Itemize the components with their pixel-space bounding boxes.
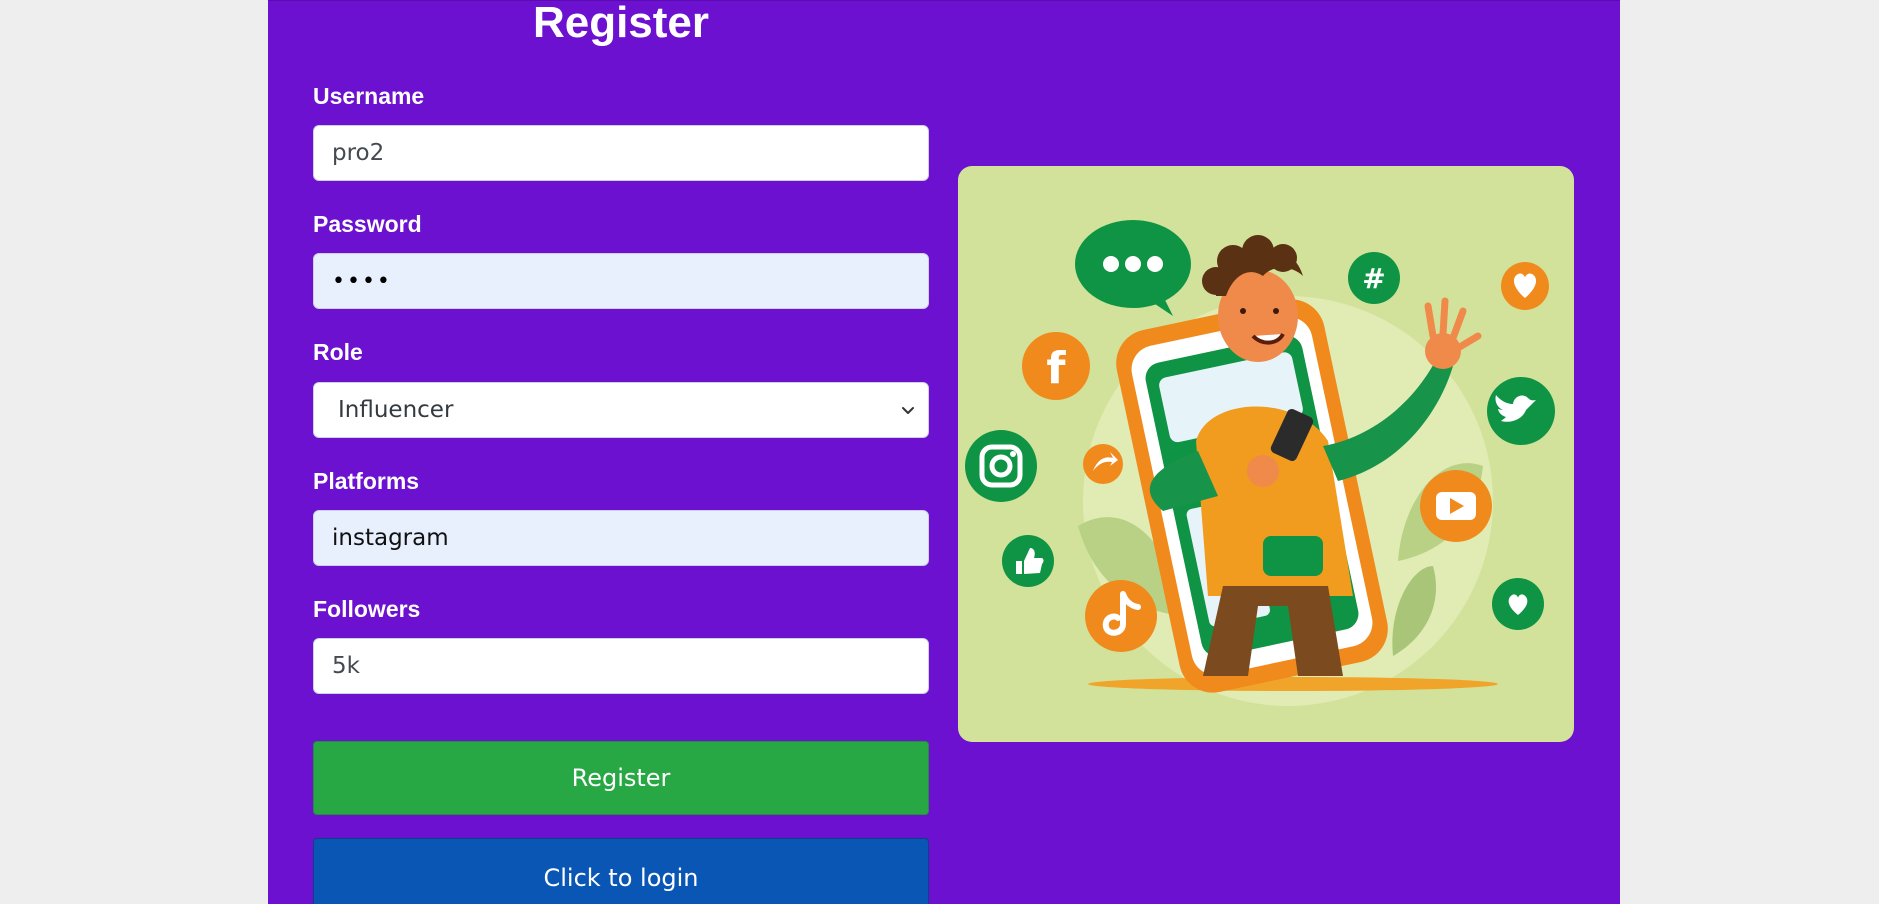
chevron-down-icon <box>902 407 914 414</box>
chat-bubble-icon <box>1075 220 1191 316</box>
platforms-value: instagram <box>332 525 449 551</box>
platforms-input[interactable]: instagram <box>313 510 929 566</box>
tiktok-icon <box>1085 580 1157 652</box>
password-value: •••• <box>332 268 392 294</box>
heart-icon <box>1501 262 1549 310</box>
twitter-icon <box>1487 377 1555 445</box>
password-input[interactable]: •••• <box>313 253 929 309</box>
svg-text:f: f <box>1046 343 1066 394</box>
share-icon <box>1083 444 1123 484</box>
facebook-icon: f <box>1022 332 1090 400</box>
page-title: Register <box>532 0 710 47</box>
social-media-illustration: f # <box>958 166 1574 742</box>
role-select[interactable]: Influencer <box>313 382 929 438</box>
heart-bubble-icon <box>1492 578 1544 630</box>
influencer-illustration: f # <box>965 220 1555 706</box>
svg-text:#: # <box>1362 262 1385 295</box>
like-icon <box>1002 535 1054 587</box>
instagram-icon <box>965 430 1037 502</box>
followers-value: 5k <box>332 653 360 679</box>
username-value: pro2 <box>332 140 385 166</box>
login-button[interactable]: Click to login <box>313 838 929 904</box>
platforms-label: Platforms <box>313 468 420 494</box>
register-panel: Register Username pro2 Password •••• Rol… <box>268 0 1620 904</box>
hashtag-icon: # <box>1348 252 1400 304</box>
role-value: Influencer <box>338 397 454 423</box>
followers-input[interactable]: 5k <box>313 638 929 694</box>
username-label: Username <box>313 83 425 109</box>
register-button[interactable]: Register <box>313 741 929 815</box>
role-label: Role <box>313 339 363 365</box>
username-input[interactable]: pro2 <box>313 125 929 181</box>
followers-label: Followers <box>313 596 421 622</box>
password-label: Password <box>313 211 422 237</box>
youtube-icon <box>1420 470 1492 542</box>
